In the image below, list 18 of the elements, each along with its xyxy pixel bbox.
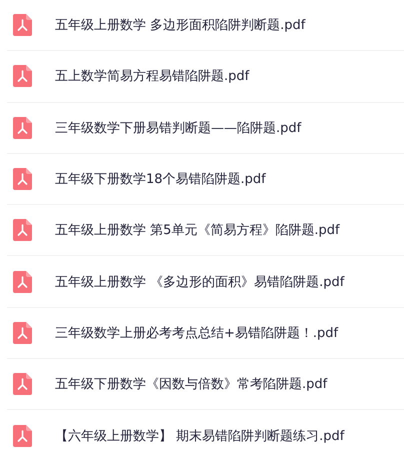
file-link[interactable]: 五年级上册数学 多边形面积陷阱判断题.pdf bbox=[55, 16, 306, 34]
pdf-file-icon bbox=[13, 373, 32, 396]
file-link[interactable]: 五年级下册数学《因数与倍数》常考陷阱题.pdf bbox=[55, 375, 328, 394]
pdf-file-icon bbox=[13, 168, 32, 190]
pdf-file-icon bbox=[13, 14, 32, 36]
pdf-file-icon bbox=[13, 116, 32, 139]
pdf-file-icon bbox=[13, 270, 32, 293]
file-link[interactable]: 五年级上册数学 《多边形的面积》易错陷阱题.pdf bbox=[55, 272, 344, 291]
pdf-file-icon bbox=[13, 322, 32, 344]
file-link[interactable]: 五年级上册数学 第5单元《简易方程》陷阱题.pdf bbox=[55, 221, 340, 240]
file-link[interactable]: 五年级下册数学18个易错陷阱题.pdf bbox=[55, 170, 266, 188]
pdf-file-icon bbox=[13, 65, 32, 88]
file-link[interactable]: 五上数学简易方程易错陷阱题.pdf bbox=[55, 67, 250, 86]
file-link[interactable]: 【六年级上册数学】 期末易错陷阱判断题练习.pdf bbox=[55, 426, 344, 445]
file-link[interactable]: 三年级数学下册易错判断题——陷阱题.pdf bbox=[55, 118, 302, 137]
file-link[interactable]: 三年级数学上册必考考点总结+易错陷阱题！.pdf bbox=[55, 324, 338, 342]
pdf-file-icon bbox=[13, 219, 32, 242]
pdf-file-icon bbox=[13, 424, 32, 447]
